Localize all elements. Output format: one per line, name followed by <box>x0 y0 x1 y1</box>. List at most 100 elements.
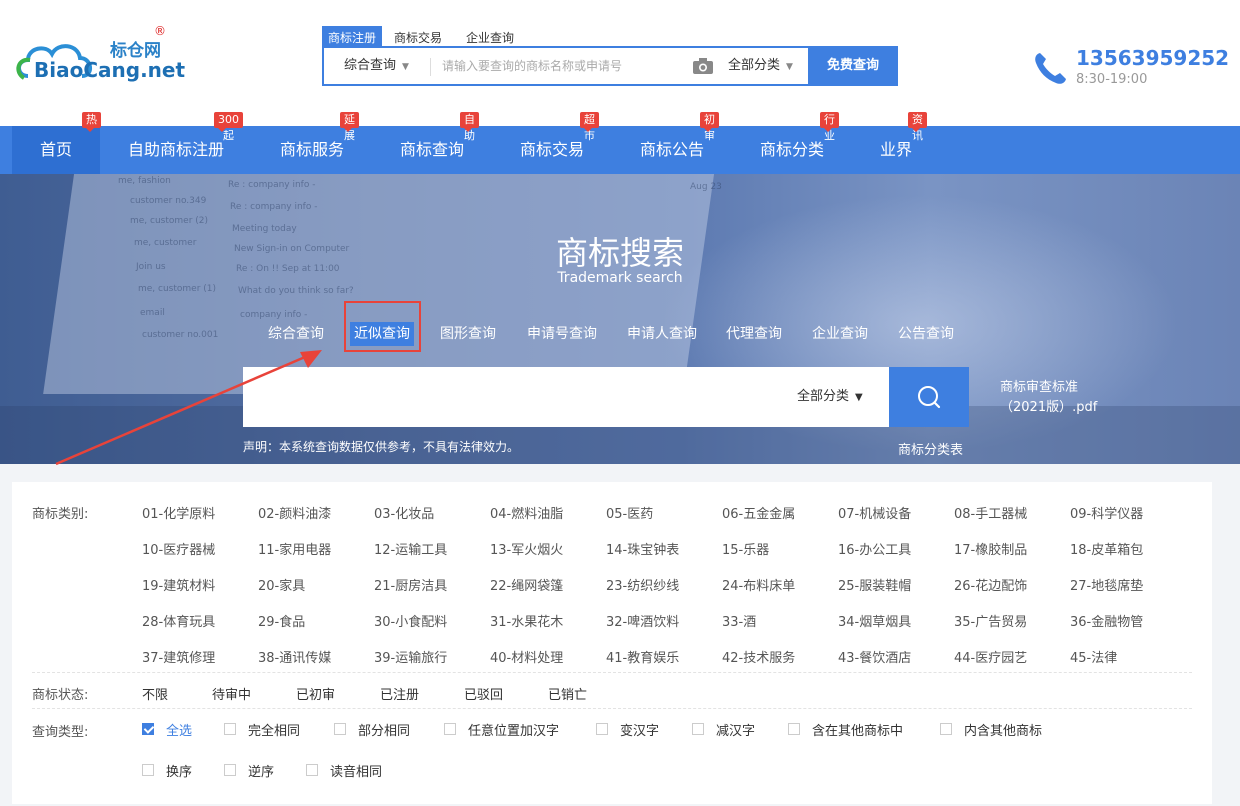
tab-agent[interactable]: 代理查询 <box>722 322 786 346</box>
category-option[interactable]: 15-乐器 <box>722 539 769 558</box>
query-type-option[interactable]: 换序 <box>166 761 192 780</box>
category-option[interactable]: 32-啤酒饮料 <box>606 611 679 630</box>
category-option[interactable]: 39-运输旅行 <box>374 647 447 666</box>
query-type-checkbox[interactable] <box>142 764 154 776</box>
status-option[interactable]: 已注册 <box>380 684 419 703</box>
tab-application-no[interactable]: 申请号查询 <box>523 322 601 346</box>
query-type-option[interactable]: 全选 <box>166 720 192 739</box>
review-standard-pdf-link[interactable]: 商标审查标准 （2021版）.pdf <box>1000 378 1097 418</box>
category-option[interactable]: 43-餐饮酒店 <box>838 647 911 666</box>
category-option[interactable]: 29-食品 <box>258 611 305 630</box>
top-tab-company[interactable]: 企业查询 <box>460 26 520 46</box>
query-type-checkbox[interactable] <box>788 723 800 735</box>
top-tab-register[interactable]: 商标注册 <box>322 26 383 46</box>
category-option[interactable]: 33-酒 <box>722 611 756 630</box>
category-option[interactable]: 41-教育娱乐 <box>606 647 679 666</box>
category-option[interactable]: 19-建筑材料 <box>142 575 215 594</box>
main-category-select[interactable]: 全部分类 ▼ <box>797 367 863 428</box>
category-option[interactable]: 28-体育玩具 <box>142 611 215 630</box>
nav-classes[interactable]: 商标分类 行业 <box>750 112 839 174</box>
camera-icon[interactable] <box>692 57 714 75</box>
category-option[interactable]: 23-纺织纱线 <box>606 575 679 594</box>
top-category-select[interactable]: 全部分类 ▼ <box>728 48 793 85</box>
query-type-option[interactable]: 逆序 <box>248 761 274 780</box>
category-option[interactable]: 22-绳网袋篷 <box>490 575 563 594</box>
category-option[interactable]: 31-水果花木 <box>490 611 563 630</box>
status-option[interactable]: 不限 <box>142 684 168 703</box>
nav-self-register[interactable]: 自助商标注册 300起 <box>118 112 243 174</box>
category-option[interactable]: 10-医疗器械 <box>142 539 215 558</box>
site-logo[interactable]: 标仓网 ® BiaoCang.net <box>14 24 185 86</box>
status-option[interactable]: 已驳回 <box>464 684 503 703</box>
category-option[interactable]: 21-厨房洁具 <box>374 575 447 594</box>
category-option[interactable]: 42-技术服务 <box>722 647 795 666</box>
status-option[interactable]: 已初审 <box>296 684 335 703</box>
query-type-checkbox[interactable] <box>692 723 704 735</box>
tab-applicant[interactable]: 申请人查询 <box>623 322 701 346</box>
query-type-option[interactable]: 任意位置加汉字 <box>468 720 559 739</box>
category-option[interactable]: 27-地毯席垫 <box>1070 575 1143 594</box>
category-option[interactable]: 40-材料处理 <box>490 647 563 666</box>
category-option[interactable]: 12-运输工具 <box>374 539 447 558</box>
search-mode-select[interactable]: 综合查询 ▼ <box>324 48 428 84</box>
category-option[interactable]: 14-珠宝钟表 <box>606 539 679 558</box>
query-type-checkbox[interactable] <box>224 723 236 735</box>
category-option[interactable]: 07-机械设备 <box>838 503 911 522</box>
category-option[interactable]: 05-医药 <box>606 503 653 522</box>
query-type-checkbox[interactable] <box>306 764 318 776</box>
category-option[interactable]: 16-办公工具 <box>838 539 911 558</box>
class-table-link[interactable]: 商标分类表 <box>898 439 963 458</box>
category-option[interactable]: 04-燃料油脂 <box>490 503 563 522</box>
category-option[interactable]: 34-烟草烟具 <box>838 611 911 630</box>
category-option[interactable]: 08-手工器械 <box>954 503 1027 522</box>
category-option[interactable]: 11-家用电器 <box>258 539 331 558</box>
tab-graphic[interactable]: 图形查询 <box>436 322 500 346</box>
category-option[interactable]: 03-化妆品 <box>374 503 434 522</box>
category-option[interactable]: 20-家具 <box>258 575 305 594</box>
category-option[interactable]: 37-建筑修理 <box>142 647 215 666</box>
query-type-option[interactable]: 变汉字 <box>620 720 659 739</box>
nav-search[interactable]: 商标查询 自助 <box>390 112 479 174</box>
nav-industry[interactable]: 业界 资讯 <box>870 112 927 174</box>
top-search-input[interactable]: 请输入要查询的商标名称或申请号 <box>442 48 622 84</box>
query-type-checkbox[interactable] <box>940 723 952 735</box>
nav-home[interactable]: 首页 热 <box>12 112 101 174</box>
category-option[interactable]: 17-橡胶制品 <box>954 539 1027 558</box>
category-option[interactable]: 35-广告贸易 <box>954 611 1027 630</box>
nav-notice[interactable]: 商标公告 初审 <box>630 112 719 174</box>
query-type-option[interactable]: 部分相同 <box>358 720 410 739</box>
category-option[interactable]: 18-皮革箱包 <box>1070 539 1143 558</box>
category-option[interactable]: 30-小食配料 <box>374 611 447 630</box>
nav-services[interactable]: 商标服务 延展 <box>270 112 359 174</box>
category-option[interactable]: 38-通讯传媒 <box>258 647 331 666</box>
query-type-option[interactable]: 内含其他商标 <box>964 720 1042 739</box>
category-option[interactable]: 09-科学仪器 <box>1070 503 1143 522</box>
category-option[interactable]: 26-花边配饰 <box>954 575 1027 594</box>
query-type-checkbox[interactable] <box>224 764 236 776</box>
free-search-button[interactable]: 免费查询 <box>808 46 898 86</box>
top-tab-trade[interactable]: 商标交易 <box>388 26 448 46</box>
query-type-option[interactable]: 含在其他商标中 <box>812 720 903 739</box>
category-option[interactable]: 06-五金金属 <box>722 503 795 522</box>
query-type-checkbox[interactable] <box>142 723 154 735</box>
status-option[interactable]: 待审中 <box>212 684 251 703</box>
category-option[interactable]: 13-军火烟火 <box>490 539 563 558</box>
query-type-option[interactable]: 完全相同 <box>248 720 300 739</box>
category-option[interactable]: 25-服装鞋帽 <box>838 575 911 594</box>
category-option[interactable]: 44-医疗园艺 <box>954 647 1027 666</box>
query-type-option[interactable]: 读音相同 <box>330 761 382 780</box>
category-option[interactable]: 02-颜料油漆 <box>258 503 331 522</box>
main-search-button[interactable] <box>889 367 969 427</box>
status-option[interactable]: 已销亡 <box>548 684 587 703</box>
category-option[interactable]: 01-化学原料 <box>142 503 215 522</box>
query-type-option[interactable]: 减汉字 <box>716 720 755 739</box>
query-type-checkbox[interactable] <box>334 723 346 735</box>
category-option[interactable]: 24-布料床单 <box>722 575 795 594</box>
tab-company[interactable]: 企业查询 <box>808 322 872 346</box>
tab-announcement[interactable]: 公告查询 <box>894 322 958 346</box>
query-type-checkbox[interactable] <box>444 723 456 735</box>
query-type-checkbox[interactable] <box>596 723 608 735</box>
nav-trade[interactable]: 商标交易 超市 <box>510 112 599 174</box>
category-option[interactable]: 36-金融物管 <box>1070 611 1143 630</box>
category-option[interactable]: 45-法律 <box>1070 647 1117 666</box>
